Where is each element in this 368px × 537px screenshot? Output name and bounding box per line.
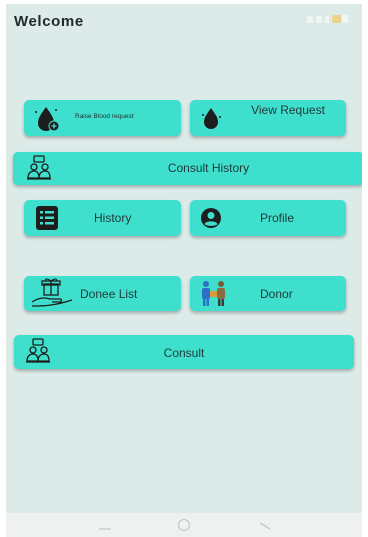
system-nav-bar [6, 513, 362, 537]
profile-button[interactable]: Profile [190, 200, 346, 236]
status-bar: Welcome [6, 4, 362, 38]
consult-button[interactable]: Consult [14, 335, 354, 369]
view-request-label: View Request [251, 103, 325, 117]
view-request-button[interactable]: View Request [190, 100, 346, 136]
back-icon[interactable] [98, 521, 112, 531]
recents-icon[interactable] [258, 521, 272, 531]
list-document-icon [36, 206, 58, 230]
blood-drop-plus-icon [35, 107, 60, 132]
home-icon[interactable] [176, 518, 192, 532]
donor-people-icon [202, 281, 225, 306]
donee-list-button[interactable]: Donee List [24, 276, 181, 311]
donor-label: Donor [260, 287, 293, 301]
donee-list-label: Donee List [80, 287, 138, 301]
raise-blood-request-button[interactable]: Raise Blood request [24, 100, 181, 136]
signal-icon [307, 15, 313, 23]
consult-history-button[interactable]: Consult History [13, 152, 362, 185]
battery-icon [332, 15, 348, 23]
user-profile-icon [201, 208, 221, 228]
history-button[interactable]: History [24, 200, 181, 236]
consult-history-label: Consult History [167, 161, 250, 175]
blood-drop-icon [202, 108, 221, 129]
app-screen: Welcome Raise Blood request View Request [6, 4, 362, 537]
raise-blood-request-label: Raise Blood request [75, 113, 134, 120]
consult-label: Consult [163, 346, 205, 360]
nfc-icon [325, 15, 329, 23]
profile-label: Profile [260, 211, 295, 225]
status-icons [307, 15, 348, 23]
wifi-icon [316, 15, 322, 23]
gift-hand-icon [31, 278, 73, 307]
history-label: History [94, 211, 132, 225]
page-title: Welcome [14, 13, 84, 30]
donor-button[interactable]: Donor [190, 276, 346, 311]
